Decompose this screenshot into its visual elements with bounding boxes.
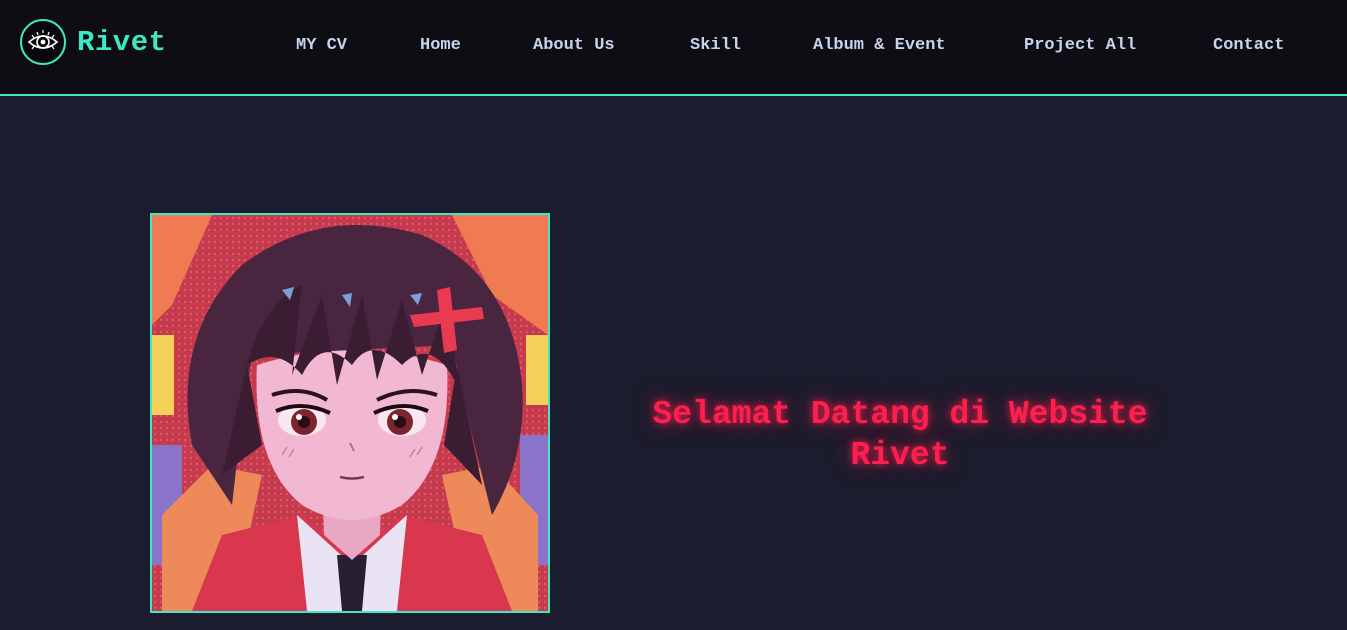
nav-link-home[interactable]: Home: [420, 36, 461, 55]
nav-menu: MY CV Home About Us Skill Album & Event …: [0, 0, 1347, 94]
nav-link-skill[interactable]: Skill: [690, 36, 741, 55]
welcome-heading: Selamat Datang di Website Rivet: [652, 396, 1148, 475]
nav-link-about-us[interactable]: About Us: [533, 36, 615, 55]
nav-link-project-all[interactable]: Project All: [1024, 36, 1136, 55]
hero-portrait-image: [150, 213, 550, 613]
nav-link-contact[interactable]: Contact: [1213, 36, 1284, 55]
nav-link-my-cv[interactable]: MY CV: [296, 36, 347, 55]
navbar: Rivet MY CV Home About Us Skill Album & …: [0, 0, 1347, 96]
nav-link-album-event[interactable]: Album & Event: [813, 36, 946, 55]
